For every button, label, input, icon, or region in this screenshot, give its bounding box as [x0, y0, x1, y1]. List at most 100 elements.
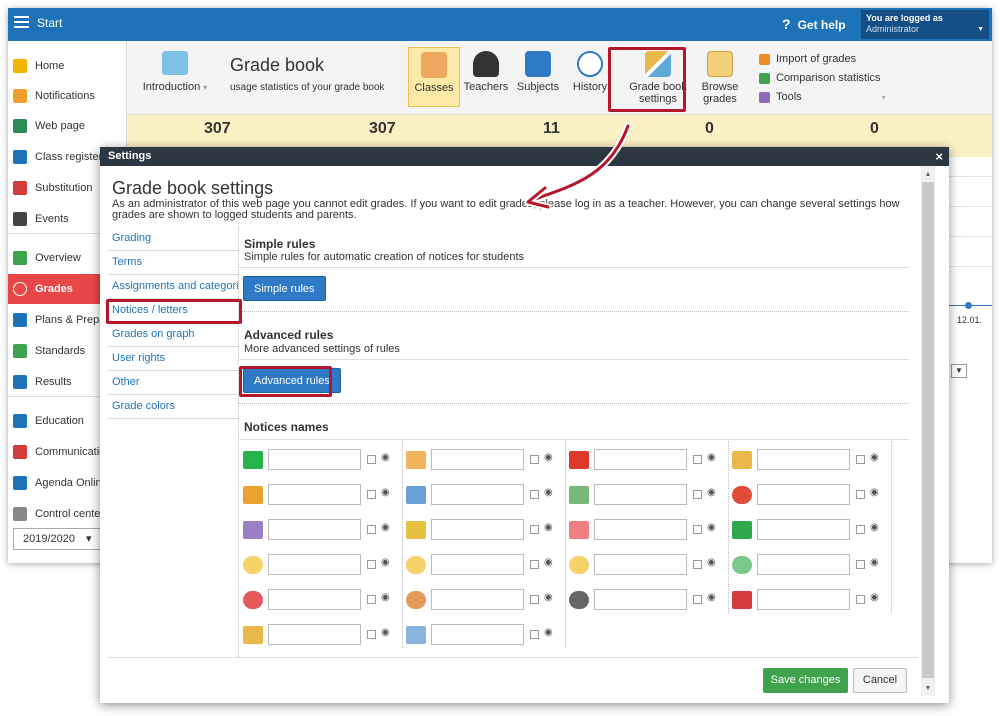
- notice-enabled-checkbox[interactable]: [530, 490, 539, 499]
- sidebar-item-home[interactable]: Home: [8, 51, 127, 81]
- notice-name-input[interactable]: [431, 554, 524, 575]
- notice-enabled-checkbox[interactable]: [856, 525, 865, 534]
- comparison-statistics-link[interactable]: Comparison statistics: [759, 69, 886, 88]
- notice-enabled-checkbox[interactable]: [856, 455, 865, 464]
- notice-enabled-checkbox[interactable]: [367, 560, 376, 569]
- notice-enabled-checkbox[interactable]: [856, 490, 865, 499]
- notice-name-input[interactable]: [757, 589, 850, 610]
- settings-menu-item-grading[interactable]: Grading: [108, 227, 238, 251]
- import-grades-link[interactable]: Import of grades: [759, 50, 886, 69]
- scrollbar-thumb[interactable]: [922, 182, 934, 678]
- user-menu[interactable]: You are logged as Administrator ▼: [861, 10, 989, 39]
- notice-name-input[interactable]: [594, 554, 687, 575]
- notice-name-input[interactable]: [757, 484, 850, 505]
- notice-name-input[interactable]: [757, 519, 850, 540]
- notice-name-input[interactable]: [431, 449, 524, 470]
- browse-grades-button[interactable]: Browse grades: [694, 47, 746, 107]
- notice-name-input[interactable]: [268, 589, 361, 610]
- eye-slash-icon[interactable]: ◉: [707, 452, 716, 463]
- notice-enabled-checkbox[interactable]: [693, 560, 702, 569]
- eye-slash-icon[interactable]: ◉: [870, 452, 879, 463]
- eye-slash-icon[interactable]: ◉: [870, 592, 879, 603]
- eye-slash-icon[interactable]: ◉: [544, 592, 553, 603]
- notice-enabled-checkbox[interactable]: [530, 560, 539, 569]
- notice-name-input[interactable]: [431, 624, 524, 645]
- notice-enabled-checkbox[interactable]: [693, 595, 702, 604]
- hamburger-menu-icon[interactable]: [14, 16, 29, 28]
- eye-slash-icon[interactable]: ◉: [707, 557, 716, 568]
- scroll-up-icon[interactable]: ▲: [921, 168, 935, 182]
- tools-dropdown[interactable]: Tools ▾: [759, 88, 886, 107]
- notice-enabled-checkbox[interactable]: [693, 525, 702, 534]
- notice-enabled-checkbox[interactable]: [693, 490, 702, 499]
- dialog-scrollbar[interactable]: ▲ ▼: [921, 166, 935, 696]
- eye-slash-icon[interactable]: ◉: [707, 522, 716, 533]
- notice-enabled-checkbox[interactable]: [693, 455, 702, 464]
- eye-slash-icon[interactable]: ◉: [870, 487, 879, 498]
- notice-name-input[interactable]: [268, 449, 361, 470]
- notice-enabled-checkbox[interactable]: [856, 595, 865, 604]
- settings-menu-item-grades-on-graph[interactable]: Grades on graph: [108, 323, 238, 347]
- eye-slash-icon[interactable]: ◉: [381, 557, 390, 568]
- notice-name-input[interactable]: [594, 589, 687, 610]
- notice-enabled-checkbox[interactable]: [367, 525, 376, 534]
- page-select-dropdown[interactable]: ▼: [951, 364, 967, 378]
- year-select[interactable]: 2019/2020 ▾: [13, 528, 110, 550]
- notice-name-input[interactable]: [431, 589, 524, 610]
- teachers-button[interactable]: Teachers: [460, 47, 512, 107]
- eye-slash-icon[interactable]: ◉: [870, 557, 879, 568]
- settings-menu-item-assignments-and-categories[interactable]: Assignments and categories: [108, 275, 238, 299]
- sidebar-item-notifications[interactable]: Notifications: [8, 81, 127, 111]
- notice-name-input[interactable]: [594, 484, 687, 505]
- close-icon[interactable]: ×: [935, 148, 943, 165]
- eye-slash-icon[interactable]: ◉: [544, 487, 553, 498]
- simple-rules-button[interactable]: Simple rules: [243, 276, 326, 301]
- notice-name-input[interactable]: [757, 449, 850, 470]
- eye-slash-icon[interactable]: ◉: [381, 592, 390, 603]
- notice-enabled-checkbox[interactable]: [530, 595, 539, 604]
- tools-icon: [759, 92, 770, 103]
- notice-name-input[interactable]: [268, 624, 361, 645]
- scroll-down-icon[interactable]: ▼: [921, 682, 935, 696]
- classes-button[interactable]: Classes: [408, 47, 460, 107]
- eye-slash-icon[interactable]: ◉: [381, 522, 390, 533]
- introduction-button[interactable]: Introduction ▾: [135, 49, 215, 93]
- eye-slash-icon[interactable]: ◉: [381, 627, 390, 638]
- settings-menu-item-other[interactable]: Other: [108, 371, 238, 395]
- start-link[interactable]: Start: [37, 16, 62, 30]
- save-changes-button[interactable]: Save changes: [763, 668, 848, 693]
- notice-enabled-checkbox[interactable]: [530, 630, 539, 639]
- eye-slash-icon[interactable]: ◉: [544, 452, 553, 463]
- notice-enabled-checkbox[interactable]: [367, 455, 376, 464]
- notice-name-input[interactable]: [268, 519, 361, 540]
- settings-menu-item-terms[interactable]: Terms: [108, 251, 238, 275]
- cancel-button[interactable]: Cancel: [853, 668, 907, 693]
- notice-name-input[interactable]: [757, 554, 850, 575]
- eye-slash-icon[interactable]: ◉: [544, 627, 553, 638]
- eye-slash-icon[interactable]: ◉: [381, 487, 390, 498]
- settings-menu-item-user-rights[interactable]: User rights: [108, 347, 238, 371]
- pen-icon: [13, 476, 27, 490]
- eye-slash-icon[interactable]: ◉: [544, 557, 553, 568]
- notice-enabled-checkbox[interactable]: [856, 560, 865, 569]
- notice-enabled-checkbox[interactable]: [530, 455, 539, 464]
- eye-slash-icon[interactable]: ◉: [870, 522, 879, 533]
- notice-enabled-checkbox[interactable]: [367, 490, 376, 499]
- notice-name-input[interactable]: [268, 484, 361, 505]
- notice-name-input[interactable]: [431, 519, 524, 540]
- eye-slash-icon[interactable]: ◉: [381, 452, 390, 463]
- notice-name-input[interactable]: [431, 484, 524, 505]
- sidebar-item-web-page[interactable]: Web page: [8, 111, 127, 141]
- notice-enabled-checkbox[interactable]: [530, 525, 539, 534]
- eye-slash-icon[interactable]: ◉: [707, 592, 716, 603]
- notice-name-input[interactable]: [594, 519, 687, 540]
- notice-name-input[interactable]: [268, 554, 361, 575]
- eye-slash-icon[interactable]: ◉: [544, 522, 553, 533]
- subjects-button[interactable]: Subjects: [512, 47, 564, 107]
- notice-enabled-checkbox[interactable]: [367, 630, 376, 639]
- notice-enabled-checkbox[interactable]: [367, 595, 376, 604]
- notice-name-input[interactable]: [594, 449, 687, 470]
- settings-menu-item-grade-colors[interactable]: Grade colors: [108, 395, 238, 419]
- get-help-link[interactable]: ? Get help: [782, 16, 846, 32]
- eye-slash-icon[interactable]: ◉: [707, 487, 716, 498]
